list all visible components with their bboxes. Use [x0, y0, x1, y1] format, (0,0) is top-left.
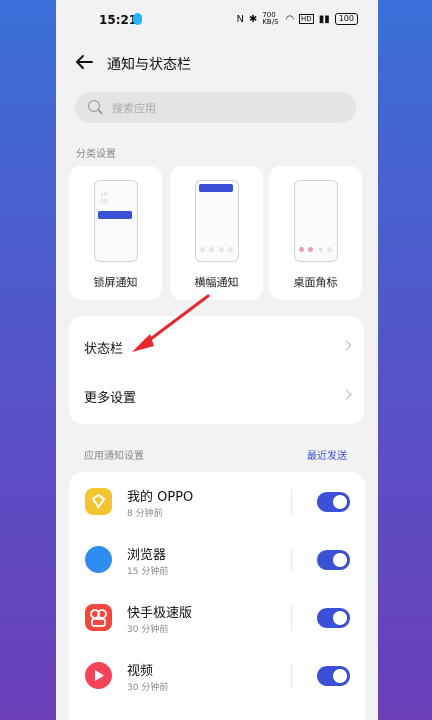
category-lockscreen-card[interactable]: 10 00 锁屏通知 — [69, 166, 162, 300]
chevron-right-icon — [341, 389, 352, 400]
app-name: 快手极速版 — [127, 606, 193, 621]
page-title: 通知与状态栏 — [107, 57, 191, 73]
back-arrow-icon[interactable] — [74, 52, 94, 72]
battery-icon: 100 — [334, 13, 358, 25]
my-oppo-icon — [85, 488, 112, 515]
banner-preview-icon — [195, 180, 239, 262]
notification-toggle[interactable] — [317, 550, 350, 570]
list-item[interactable]: 我的 OPPO 8 分钟前 — [69, 474, 365, 532]
category-label: 桌面角标 — [293, 276, 338, 289]
notification-toggle[interactable] — [317, 608, 350, 628]
cellular-icon: ▮▮ — [318, 13, 330, 25]
divider — [291, 490, 292, 514]
nfc-icon: N — [236, 13, 244, 25]
category-label: 横幅通知 — [194, 276, 239, 289]
notification-toggle[interactable] — [317, 492, 350, 512]
lockscreen-preview-icon: 10 00 — [94, 180, 138, 262]
app-list: 我的 OPPO 8 分钟前 浏览器 15 分钟前 快手极速版 30 分钟前 视频… — [69, 472, 365, 720]
divider — [291, 664, 292, 688]
network-speed: 700 KB/S — [262, 11, 279, 26]
sort-recent-link[interactable]: 最近发送 — [307, 447, 347, 462]
phone-screen: 15:21 N ✱ 700 KB/S ◠ HD ▮▮ 100 通知与状态栏 搜索… — [56, 0, 378, 720]
settings-group: 状态栏 更多设置 — [69, 316, 364, 424]
bluetooth-icon: ✱ — [248, 13, 258, 25]
app-name: 浏览器 — [127, 548, 167, 563]
badge-preview-icon — [294, 180, 338, 262]
notification-bubble-icon — [133, 13, 142, 25]
divider — [291, 548, 292, 572]
chevron-right-icon — [341, 340, 352, 351]
category-badge-card[interactable]: 桌面角标 — [269, 166, 362, 300]
category-banner-card[interactable]: 横幅通知 — [170, 166, 263, 300]
search-input[interactable]: 搜索应用 — [75, 92, 356, 123]
app-time: 30 分钟前 — [127, 683, 169, 693]
app-name: 我的 OPPO — [127, 490, 194, 505]
list-item[interactable]: 视频 30 分钟前 — [69, 648, 365, 706]
list-item[interactable]: 浏览器 15 分钟前 — [69, 532, 365, 590]
more-settings-row[interactable]: 更多设置 — [69, 370, 364, 424]
row-label: 状态栏 — [84, 342, 124, 357]
app-time: 15 分钟前 — [127, 567, 169, 577]
category-label: 锁屏通知 — [93, 276, 138, 289]
page-header: 通知与状态栏 — [56, 44, 378, 84]
video-play-icon — [85, 662, 112, 689]
browser-icon — [85, 546, 112, 573]
notification-toggle[interactable] — [317, 666, 350, 686]
search-icon — [88, 100, 100, 112]
app-section-label: 应用通知设置 — [84, 451, 144, 462]
row-label: 更多设置 — [84, 391, 137, 406]
divider — [291, 606, 292, 630]
status-time: 15:21 — [99, 13, 138, 27]
list-item[interactable]: 快手极速版 30 分钟前 — [69, 590, 365, 648]
search-placeholder: 搜索应用 — [112, 102, 156, 115]
kuaishou-icon — [85, 604, 112, 631]
category-section-label: 分类设置 — [76, 149, 116, 160]
status-bar: 15:21 N ✱ 700 KB/S ◠ HD ▮▮ 100 — [56, 0, 378, 40]
app-time: 30 分钟前 — [127, 625, 169, 635]
statusbar-settings-row[interactable]: 状态栏 — [69, 316, 364, 370]
hd-icon: HD — [299, 14, 314, 24]
status-icons: N ✱ 700 KB/S ◠ HD ▮▮ 100 — [236, 12, 358, 26]
app-time: 8 分钟前 — [127, 509, 163, 519]
wifi-icon: ◠ — [285, 13, 295, 25]
app-name: 视频 — [127, 664, 154, 679]
